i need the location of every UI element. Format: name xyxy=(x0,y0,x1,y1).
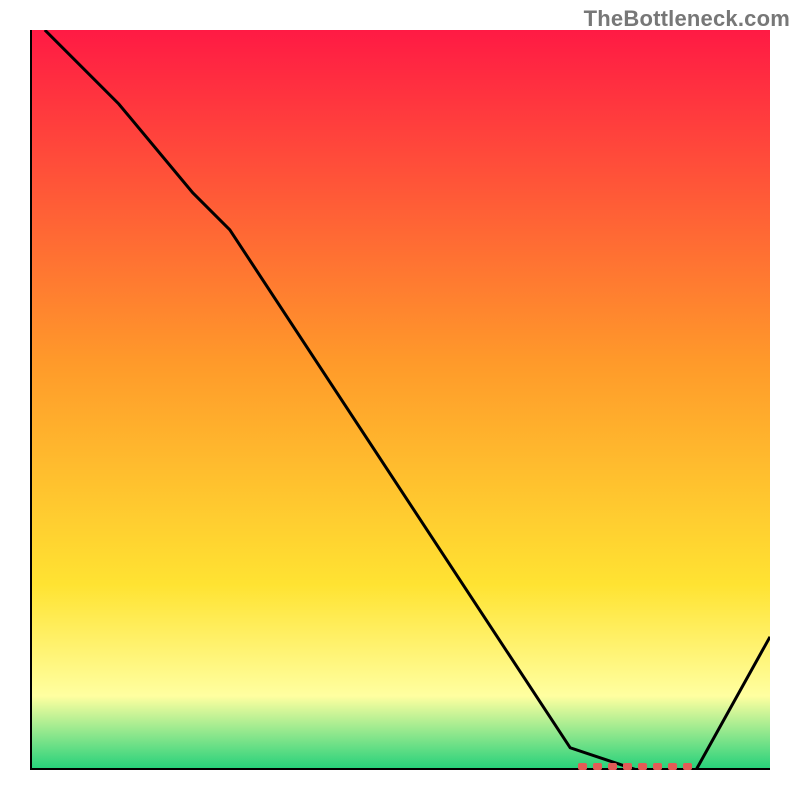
axes-frame xyxy=(30,30,770,770)
watermark-text: TheBottleneck.com xyxy=(584,6,790,32)
highlight-dash-seg xyxy=(623,763,632,770)
highlight-dash-seg xyxy=(683,763,692,770)
highlight-dash-seg xyxy=(668,763,677,770)
highlight-dash-seg xyxy=(593,763,602,770)
highlight-dash-seg xyxy=(608,763,617,770)
chart-stage: TheBottleneck.com xyxy=(0,0,800,800)
highlight-dash-seg xyxy=(653,763,662,770)
highlight-dash-seg xyxy=(638,763,647,770)
highlight-dash-seg xyxy=(578,763,587,770)
